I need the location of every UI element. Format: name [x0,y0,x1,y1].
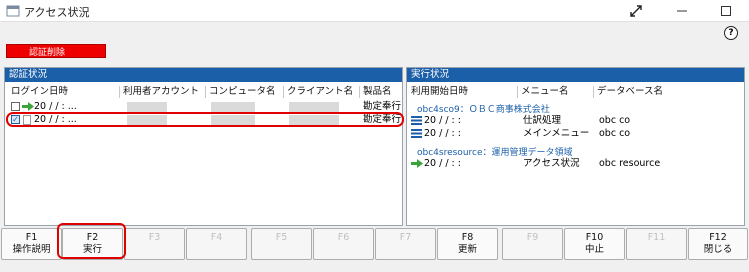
col-product-name[interactable]: 製品名 [363,85,392,99]
database-name: obc resource [599,158,661,169]
arrow-right-icon [411,159,423,168]
menu-name: アクセス状況 [523,158,580,169]
fkey-label: 操作説明 [12,244,51,255]
col-computer-name[interactable]: コンピュータ名 [209,85,276,99]
f6-button[interactable]: F6 [313,228,374,260]
start-date: 20 / / : : [424,115,461,126]
f7-button[interactable]: F7 [375,228,436,260]
col-menu-name[interactable]: メニュー名 [521,85,569,99]
f3-button[interactable]: F3 [124,228,185,260]
row-checkbox[interactable] [11,102,20,111]
f10-abort-button[interactable]: F10 中止 [564,228,625,260]
fkey-code: F9 [526,232,539,243]
table-row[interactable]: 20 / / : : アクセス状況 obc resource [409,158,744,170]
f8-refresh-button[interactable]: F8 更新 [437,228,498,260]
f4-button[interactable]: F4 [186,228,247,260]
col-client-name[interactable]: クライアント名 [287,85,353,99]
col-user-account[interactable]: 利用者アカウント [123,85,199,99]
list-icon [411,116,422,125]
fkey-code: F5 [275,232,288,243]
table-row[interactable]: 20 / / : : メインメニュー obc co [409,128,744,140]
col-separator[interactable] [283,86,284,98]
col-start-date[interactable]: 利用開始日時 [411,85,468,99]
fkey-label: 更新 [457,244,477,255]
arrow-right-icon [22,102,34,111]
fkey-label: 閉じる [703,244,733,255]
fkey-code: F4 [210,232,223,243]
col-separator[interactable] [359,86,360,98]
maximize-button[interactable] [704,0,748,22]
f2-highlight [57,223,126,259]
help-icon[interactable]: ? [724,26,738,40]
fkey-code: F6 [337,232,350,243]
exec-status-title: 実行状況 [407,68,744,82]
expand-icon[interactable] [614,0,658,22]
col-separator[interactable] [593,86,594,98]
database-name: obc co [599,128,631,139]
start-date: 20 / / : : [424,158,461,169]
col-separator[interactable] [119,86,120,98]
masked-client-name [289,102,339,112]
menu-name: 仕訳処理 [523,115,562,126]
auth-status-title: 認証状況 [5,68,402,82]
exec-status-panel: 実行状況 利用開始日時 メニュー名 データベース名 obc4sco9：ＯＢＣ商事… [406,67,745,226]
f9-button[interactable]: F9 [502,228,563,260]
masked-computer-name [211,102,255,112]
col-login-date[interactable]: ログイン日時 [11,85,68,99]
group-label: obc4sresource：運用管理データ領域 [417,148,573,158]
f11-button[interactable]: F11 [626,228,687,260]
fkey-code: F11 [647,232,666,243]
row-highlight [6,112,404,127]
auth-status-panel: 認証状況 ログイン日時 利用者アカウント コンピュータ名 クライアント名 製品名… [4,67,403,226]
database-name: obc co [599,115,631,126]
fkey-code: F1 [25,232,38,243]
window-title: アクセス状況 [24,6,90,19]
col-separator[interactable] [517,86,518,98]
fkey-code: F12 [709,232,727,243]
fkey-code: F3 [148,232,161,243]
delete-auth-button[interactable]: 認証削除 [6,44,106,58]
start-date: 20 / / : : [424,128,461,139]
col-separator[interactable] [205,86,206,98]
menu-name: メインメニュー [523,128,590,139]
list-icon [411,129,422,138]
group-label: obc4sco9：ＯＢＣ商事株式会社 [417,105,550,115]
fkey-code: F8 [461,232,474,243]
fkey-label: 中止 [584,244,604,255]
masked-user-account [127,102,167,112]
f12-close-button[interactable]: F12 閉じる [688,228,748,260]
fkey-code: F10 [585,232,604,243]
fkey-code: F7 [399,232,412,243]
f5-button[interactable]: F5 [251,228,312,260]
table-row[interactable]: 20 / / : : 仕訳処理 obc co [409,115,744,127]
f1-help-button[interactable]: F1 操作説明 [1,228,62,260]
app-icon [6,5,20,17]
minimize-button[interactable] [660,0,704,22]
col-database-name[interactable]: データベース名 [597,85,663,99]
